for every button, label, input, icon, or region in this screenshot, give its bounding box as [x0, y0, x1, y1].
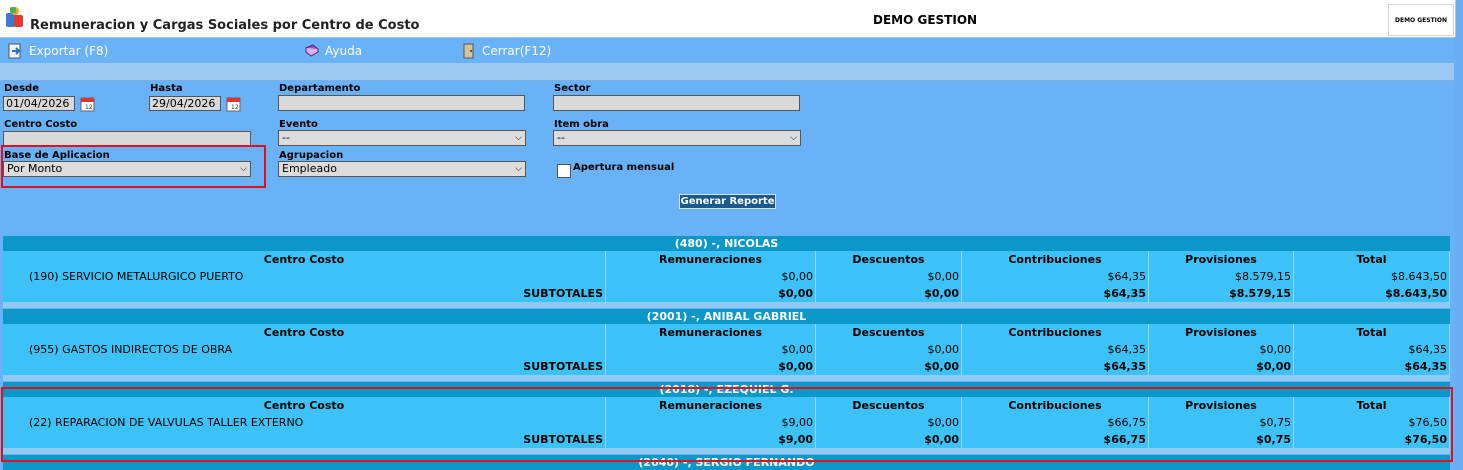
chevron-down-icon: ⌵ — [515, 133, 522, 143]
desde-label: Desde — [4, 83, 39, 94]
sector-input[interactable] — [553, 95, 800, 111]
table-cell: $0,00 — [816, 358, 962, 375]
item-obra-label: Item obra — [554, 119, 609, 130]
column-header: Centro Costo — [3, 251, 606, 268]
hasta-date-input[interactable]: 29/04/2026 — [149, 96, 221, 111]
help-book-icon — [305, 44, 319, 57]
help-button[interactable]: Ayuda — [304, 42, 362, 60]
brand-logo: DEMO GESTION — [1388, 4, 1454, 36]
toolbar: Exportar (F8) Ayuda Cerrar(F12) — [0, 37, 1454, 65]
group-spacer — [3, 302, 1450, 308]
column-header: Total — [1294, 251, 1450, 268]
apertura-mensual-label: Apertura mensual — [573, 162, 675, 173]
table-cell: $0,00 — [816, 285, 962, 302]
chevron-down-icon: ⌵ — [515, 164, 522, 174]
departamento-label: Departamento — [279, 83, 361, 94]
table-cell: (955) GASTOS INDIRECTOS DE OBRA — [3, 341, 606, 358]
close-button[interactable]: Cerrar(F12) — [461, 42, 551, 60]
evento-label: Evento — [279, 119, 318, 130]
agrupacion-value: Empleado — [282, 162, 337, 175]
table-cell: $64,35 — [962, 358, 1149, 375]
table-cell: $0,00 — [606, 285, 816, 302]
table-cell: $0,00 — [606, 341, 816, 358]
table-cell: SUBTOTALES — [3, 358, 606, 375]
agrupacion-label: Agrupacion — [279, 150, 344, 161]
generar-reporte-button[interactable]: Generar Reporte — [679, 194, 776, 209]
column-header: Remuneraciones — [606, 324, 816, 341]
column-header: Provisiones — [1149, 251, 1294, 268]
column-header: Descuentos — [816, 324, 962, 341]
subtotal-row: SUBTOTALES $0,00 $0,00 $64,35 $0,00 $64,35 — [3, 358, 1450, 375]
table-cell: $0,00 — [606, 358, 816, 375]
column-header: Centro Costo — [3, 324, 606, 341]
hasta-calendar-icon[interactable]: 12 — [226, 96, 242, 112]
sector-label: Sector — [554, 83, 591, 94]
table-cell: (190) SERVICIO METALURGICO PUERTO — [3, 268, 606, 285]
table-cell: $0,00 — [606, 268, 816, 285]
title-bar: Remuneracion y Cargas Sociales por Centr… — [0, 0, 1456, 37]
page-title: Remuneracion y Cargas Sociales por Centr… — [30, 18, 420, 33]
subtotal-row: SUBTOTALES $0,00 $0,00 $64,35 $8.579,15 $8.64… — [3, 285, 1450, 302]
export-icon — [8, 43, 21, 59]
column-header: Total — [1294, 324, 1450, 341]
table-cell: $64,35 — [1294, 341, 1450, 358]
departamento-input[interactable] — [278, 95, 525, 111]
evento-value: -- — [282, 131, 290, 144]
column-header: Contribuciones — [962, 324, 1149, 341]
table-cell: $0,00 — [816, 268, 962, 285]
separator-band — [0, 63, 1454, 81]
chevron-down-icon: ⌵ — [240, 164, 247, 174]
close-label: Cerrar(F12) — [482, 44, 552, 58]
chevron-down-icon: ⌵ — [790, 133, 797, 143]
item-obra-value: -- — [557, 131, 565, 144]
help-label: Ayuda — [325, 44, 363, 58]
column-header: Descuentos — [816, 251, 962, 268]
table-cell: $8.579,15 — [1149, 285, 1294, 302]
desde-calendar-icon[interactable]: 12 — [80, 96, 96, 112]
table-cell: $8.579,15 — [1149, 268, 1294, 285]
column-header: Provisiones — [1149, 324, 1294, 341]
item-obra-select[interactable]: -- ⌵ — [553, 130, 801, 146]
svg-text:12: 12 — [231, 104, 239, 111]
close-door-icon — [463, 43, 474, 59]
table-cell: $64,35 — [962, 341, 1149, 358]
column-header-row: Centro Costo Remuneraciones Descuentos Cont… — [3, 251, 1450, 268]
svg-text:12: 12 — [85, 104, 93, 111]
table-row: (190) SERVICIO METALURGICO PUERTO $0,00 $0… — [3, 268, 1450, 285]
table-cell: $8.643,50 — [1294, 268, 1450, 285]
export-label: Exportar (F8) — [29, 44, 109, 58]
app-logo-icon — [6, 7, 23, 27]
column-header: Contribuciones — [962, 251, 1149, 268]
ezequiel-group-highlight — [1, 387, 1453, 462]
table-cell: $0,00 — [1149, 358, 1294, 375]
employee-group-header: (480) -, NICOLAS — [3, 236, 1450, 251]
base-aplicacion-select[interactable]: Por Monto ⌵ — [3, 161, 251, 177]
table-cell: SUBTOTALES — [3, 285, 606, 302]
table-cell: $64,35 — [962, 285, 1149, 302]
export-button[interactable]: Exportar (F8) — [6, 42, 108, 60]
group-spacer — [3, 375, 1450, 381]
hasta-label: Hasta — [150, 83, 183, 94]
table-cell: $64,35 — [1294, 358, 1450, 375]
table-cell: $0,00 — [816, 341, 962, 358]
table-row: (955) GASTOS INDIRECTOS DE OBRA $0,00 $0,0… — [3, 341, 1450, 358]
base-aplicacion-value: Por Monto — [7, 162, 63, 175]
column-header: Remuneraciones — [606, 251, 816, 268]
table-cell: $8.643,50 — [1294, 285, 1450, 302]
column-header-row: Centro Costo Remuneraciones Descuentos Cont… — [3, 324, 1450, 341]
base-aplicacion-label: Base de Aplicacion — [4, 150, 110, 161]
centro-costo-label: Centro Costo — [4, 119, 78, 130]
apertura-mensual-checkbox[interactable] — [557, 164, 571, 178]
company-name: DEMO GESTION — [873, 13, 978, 27]
table-cell: $64,35 — [962, 268, 1149, 285]
report-form: Desde 01/04/2026 12 Hasta 29/04/2026 12 … — [0, 81, 1454, 470]
table-cell: $0,00 — [1149, 341, 1294, 358]
employee-group-header: (2001) -, ANIBAL GABRIEL — [3, 309, 1450, 324]
agrupacion-select[interactable]: Empleado ⌵ — [278, 161, 526, 177]
centro-costo-input[interactable] — [3, 131, 251, 146]
desde-date-input[interactable]: 01/04/2026 — [3, 96, 75, 111]
evento-select[interactable]: -- ⌵ — [278, 130, 526, 146]
